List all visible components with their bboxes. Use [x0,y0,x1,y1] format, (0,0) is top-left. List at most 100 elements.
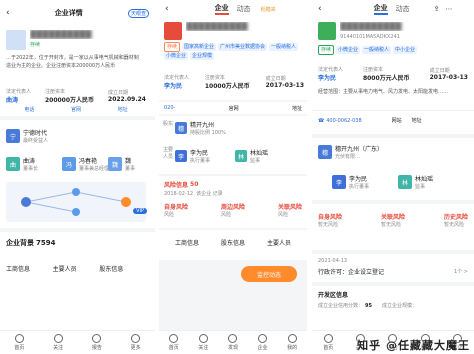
grid-item[interactable]: 工商信息 [6,264,53,273]
event-card[interactable]: 2021-04-13 行政许可：企业设立登记 1个 > [312,250,474,280]
more-icon[interactable]: ⋯ [445,5,452,13]
risk-self[interactable]: 自身风险 暂无风险 [318,212,342,228]
tag: 存续 [318,45,335,55]
credit-code: 91440101MA5ADKX241 [340,34,400,40]
nav-enterprise[interactable]: 企业 [258,334,268,351]
phone-action[interactable]: 电话 [24,106,34,113]
grid-item[interactable]: 主要人员 [53,264,100,273]
people-label: 主要人员 [163,147,174,160]
tab-enterprise[interactable]: 企业 [373,3,388,15]
person-2[interactable]: 林 林灿瑶 监事 [398,174,433,190]
tag: 国家高新企业 [182,43,217,51]
person-1[interactable]: 李 李为民 执行董事 [175,148,210,164]
avatar: 穗 [318,145,332,159]
person-2[interactable]: 曲 曲涛 董事长 [6,156,38,172]
avatar: 林 [398,175,412,189]
nav-more[interactable]: 更多 [131,334,141,351]
star-icon [53,334,63,343]
field-rep: 法定代表人 李为民 [318,67,344,82]
status-badge: 存续 [30,42,41,48]
dev-zone-card: 开发区信息 成立企业信用分数： 95 成立企业规模： [312,282,474,330]
risk-history[interactable]: 历史风险 暂无风险 [444,212,468,228]
event-extra[interactable]: 1个 > [454,268,468,275]
tag: 企业规模 [190,52,215,60]
tab-news[interactable]: 动态 [396,4,410,14]
grid-item[interactable]: 股东信息 [99,264,146,273]
address-link[interactable]: 地址 [292,105,302,112]
nav-follow[interactable]: 关注 [53,334,63,351]
back-icon[interactable]: ‹ [6,8,10,18]
business-scope[interactable]: 经营范围：主要从事电力电气、风力发电、太阳能发电…… [318,88,468,95]
risk-self[interactable]: 自身风险 风险 [164,202,188,218]
risk-event[interactable]: 2018-02-12 该企业 记录 [164,190,223,198]
more-icon [131,334,141,343]
item-business-info[interactable]: 工商信息 [175,238,199,247]
shareholder-item[interactable]: 穗 精开九州 持股比例 100% [175,120,226,136]
vip-badge[interactable]: VIP [133,208,147,214]
person-1[interactable]: 李 李为民 执行董事 [332,174,369,190]
item-shareholders[interactable]: 股东信息 [221,238,245,247]
address-link[interactable]: 地址 [412,117,422,124]
tag: 广州市美业数据协会 [218,43,268,51]
person-2[interactable]: 林 林灿瑶 监事 [235,148,268,164]
phone-link[interactable]: 400-0062-038 [326,118,361,124]
risk-nearby[interactable]: 周边风险 风险 [221,202,245,218]
shareholder-people-card: 穗 穗开九州（广东） 光伏有限… 李 李为民 执行董事 林 林灿瑶 监事 [312,134,474,196]
person-1[interactable]: 宁 宁德时代 最终受益人 [6,128,48,144]
website-action[interactable]: 官网 [71,106,81,113]
nav-discover[interactable]: 发现 [228,334,238,351]
report-icon [92,334,102,343]
back-icon[interactable]: ‹ [318,4,322,14]
nav-me[interactable]: 我的 [287,334,297,351]
brand-badge[interactable]: 稻糖来 [261,6,276,13]
share-icon[interactable]: ⇪ [434,5,440,13]
item-people[interactable]: 主要人员 [267,238,291,247]
user-icon [287,334,297,343]
star-icon [198,334,208,343]
company-name: ██████████ [30,30,92,39]
person-4[interactable]: 魏 魏董事 [108,156,135,172]
home-icon [14,334,24,343]
key-fields: 法定代表人 曲涛 注册资本 200000万人民币 成立日期 2022.09.24 [6,88,146,104]
contact-row: 020- 官网 地址 [159,102,307,114]
shareholder-item[interactable]: 穗 穗开九州（广东） 光伏有限… [318,144,383,160]
phone-link[interactable]: 020- [164,105,175,111]
back-icon[interactable]: ‹ [165,4,169,14]
risk-related[interactable]: 关联风险 暂无风险 [381,212,405,228]
avatar: 宁 [6,129,20,143]
person-3[interactable]: 冯 冯春艳 董事兼总经理 [62,156,109,172]
nav-home[interactable]: 首页 [169,334,179,351]
website-link[interactable]: 网站 [392,117,402,124]
tag: 一般纳税人 [362,46,392,54]
avatar: 李 [175,150,187,162]
company-name: ██████████ [340,22,402,31]
graph-lines [21,188,131,216]
avatar: 李 [332,175,346,189]
tag: 存续 [164,42,181,52]
field-date: 成立日期 2017-03-13 [429,68,468,81]
nav-home[interactable]: 首页 [14,334,24,351]
nav-report[interactable]: 报告 [92,334,102,351]
tag: 一般纳税人 [269,43,299,51]
avatar: 林 [235,150,247,162]
tab-news[interactable]: 动态 [237,4,251,14]
company-name: ██████████ [186,22,248,31]
address-action[interactable]: 地址 [118,106,128,113]
risk-related[interactable]: 关联风险 风险 [278,202,302,218]
phone-icon: ☎ [318,117,325,124]
avatar: 魏 [108,157,122,171]
company-logo [164,22,182,40]
tab-enterprise[interactable]: 企业 [214,3,229,15]
nav-home[interactable]: 首页 [323,334,333,351]
website-link[interactable]: 官网 [229,105,239,112]
field-capital: 注册资本 200000万人民币 [44,89,95,104]
company-header: ██████████ 存续 国家高新企业 广州市美业数据协会 一般纳税人小微企业 企业规… [159,18,307,100]
relation-graph[interactable] [6,182,146,222]
page-title: 企业详情 [54,9,83,17]
field-capital: 注册资本 8000万元人民币 [362,67,410,82]
info-items: 工商信息 股东信息 主要人员 [159,230,307,260]
monitor-button[interactable]: 监控动态 [241,266,297,282]
nav-follow[interactable]: 关注 [198,334,208,351]
people-card: 宁 宁德时代最终受益人 曲 曲涛董事长 冯 冯春艳董事兼总经理 魏 魏董事 [0,120,155,228]
app-badge[interactable]: 天眼查 [127,8,149,18]
